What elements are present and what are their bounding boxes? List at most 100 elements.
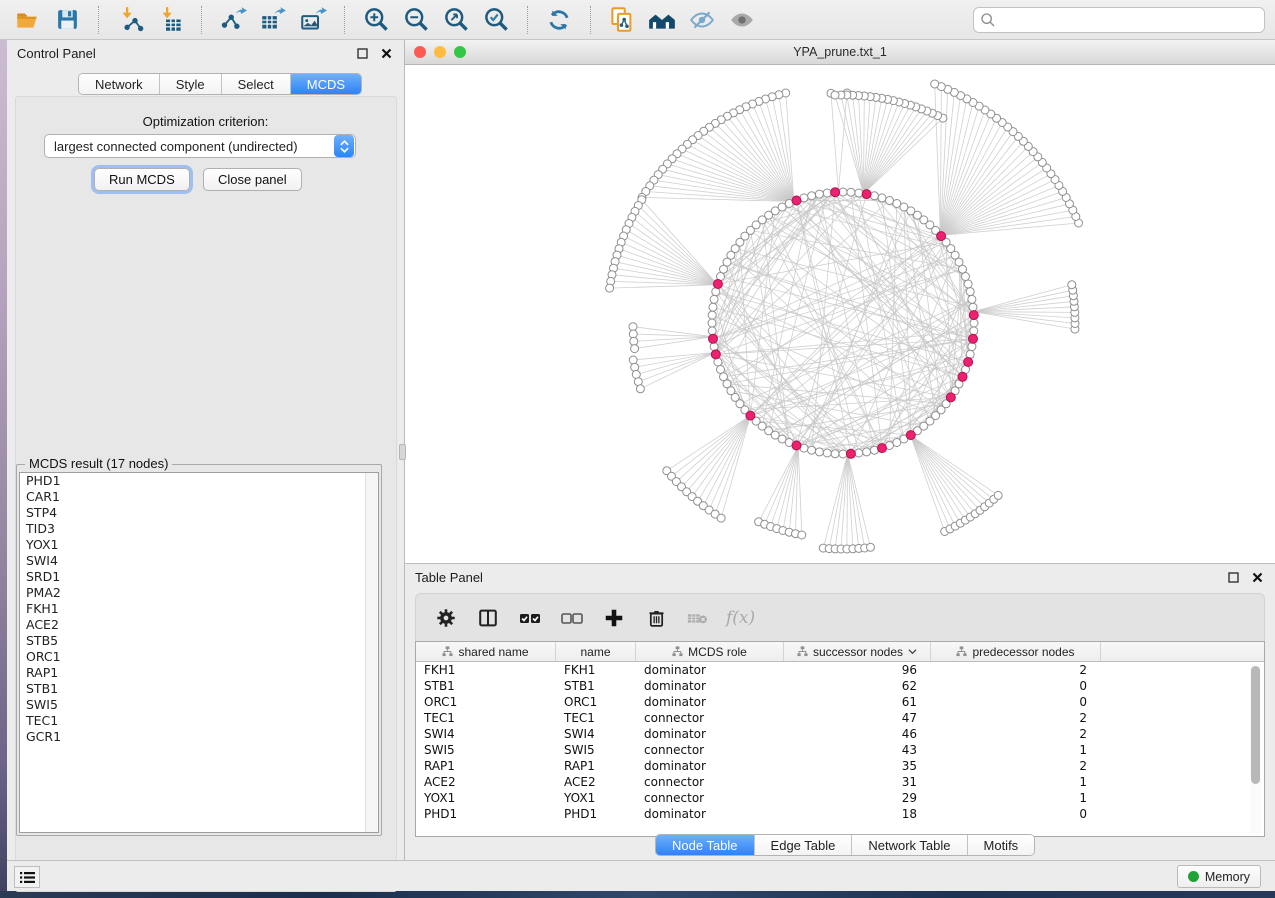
- mcds-result-item[interactable]: SWI4: [20, 553, 378, 569]
- mcds-hub-node[interactable]: [946, 393, 955, 402]
- table-cell[interactable]: connector: [636, 742, 784, 758]
- table-cell[interactable]: 18: [784, 806, 931, 822]
- mcds-result-item[interactable]: TID3: [20, 521, 378, 537]
- table-cell[interactable]: STB1: [556, 678, 636, 694]
- network-node[interactable]: [839, 188, 847, 196]
- mcds-result-item[interactable]: TEC1: [20, 713, 378, 729]
- tab-select[interactable]: Select: [221, 74, 290, 94]
- hide-selected-button[interactable]: [685, 5, 719, 35]
- table-cell[interactable]: 2: [931, 662, 1101, 678]
- network-node[interactable]: [717, 514, 725, 522]
- close-panel-button-mcds[interactable]: Close panel: [203, 168, 302, 191]
- export-network-button[interactable]: [216, 5, 250, 35]
- network-node[interactable]: [629, 330, 637, 338]
- table-cell[interactable]: SWI4: [416, 726, 556, 742]
- mcds-result-item[interactable]: FKH1: [20, 601, 378, 617]
- network-node[interactable]: [629, 356, 637, 364]
- table-cell[interactable]: dominator: [636, 694, 784, 710]
- tab-edge-table[interactable]: Edge Table: [754, 835, 852, 855]
- table-cell[interactable]: 2: [931, 726, 1101, 742]
- tab-mcds[interactable]: MCDS: [290, 74, 361, 94]
- network-node[interactable]: [710, 295, 718, 303]
- copy-network-button[interactable]: [605, 5, 639, 35]
- network-window-titlebar[interactable]: YPA_prune.txt_1: [405, 40, 1275, 65]
- table-cell[interactable]: ORC1: [416, 694, 556, 710]
- mcds-hub-node[interactable]: [964, 358, 973, 367]
- network-graph-canvas[interactable]: [405, 65, 1275, 563]
- table-cell[interactable]: TEC1: [556, 710, 636, 726]
- close-panel-button[interactable]: [378, 45, 394, 61]
- tab-style[interactable]: Style: [159, 74, 221, 94]
- network-node[interactable]: [720, 265, 728, 273]
- table-cell[interactable]: 29: [784, 790, 931, 806]
- mcds-result-list[interactable]: PHD1CAR1STP4TID3YOX1SWI4SRD1PMA2FKH1ACE2…: [19, 472, 379, 833]
- table-row[interactable]: TEC1TEC1connector472: [416, 710, 1264, 726]
- network-node[interactable]: [1068, 281, 1076, 289]
- table-cell[interactable]: dominator: [636, 758, 784, 774]
- network-node[interactable]: [966, 288, 974, 296]
- network-node[interactable]: [970, 327, 978, 335]
- network-node[interactable]: [709, 303, 717, 311]
- tab-network[interactable]: Network: [79, 74, 159, 94]
- function-builder-button[interactable]: f(x): [726, 604, 755, 632]
- mcds-result-item[interactable]: SRD1: [20, 569, 378, 585]
- delete-column-button[interactable]: [642, 604, 670, 632]
- network-node[interactable]: [855, 189, 863, 197]
- table-cell[interactable]: 31: [784, 774, 931, 790]
- import-network-button[interactable]: [113, 5, 147, 35]
- table-cell[interactable]: 46: [784, 726, 931, 742]
- mcds-result-item[interactable]: PHD1: [20, 473, 378, 489]
- tab-node-table[interactable]: Node Table: [656, 835, 754, 855]
- zoom-selected-button[interactable]: [479, 5, 513, 35]
- table-cell[interactable]: 47: [784, 710, 931, 726]
- network-node[interactable]: [708, 311, 716, 319]
- network-node[interactable]: [847, 188, 855, 196]
- mcds-hub-node[interactable]: [878, 444, 887, 453]
- table-row[interactable]: SWI4SWI4dominator462: [416, 726, 1264, 742]
- network-node[interactable]: [968, 295, 976, 303]
- table-cell[interactable]: SWI4: [556, 726, 636, 742]
- table-row[interactable]: PHD1PHD1dominator180: [416, 806, 1264, 822]
- table-cell[interactable]: connector: [636, 774, 784, 790]
- table-row[interactable]: FKH1FKH1dominator962: [416, 662, 1264, 678]
- network-node[interactable]: [823, 189, 831, 197]
- mcds-result-item[interactable]: CAR1: [20, 489, 378, 505]
- zoom-fit-button[interactable]: [439, 5, 473, 35]
- table-row[interactable]: YOX1YOX1connector291: [416, 790, 1264, 806]
- table-row[interactable]: ACE2ACE2connector311: [416, 774, 1264, 790]
- network-node[interactable]: [831, 91, 839, 99]
- mcds-hub-node[interactable]: [906, 431, 915, 440]
- network-node[interactable]: [964, 280, 972, 288]
- table-cell[interactable]: TEC1: [416, 710, 556, 726]
- run-mcds-button[interactable]: Run MCDS: [94, 168, 190, 191]
- table-cell[interactable]: 2: [931, 710, 1101, 726]
- mcds-hub-node[interactable]: [937, 232, 946, 241]
- network-node[interactable]: [968, 343, 976, 351]
- table-cell[interactable]: ORC1: [556, 694, 636, 710]
- network-node[interactable]: [708, 327, 716, 335]
- network-node[interactable]: [962, 273, 970, 281]
- table-cell[interactable]: 0: [931, 694, 1101, 710]
- mcds-result-item[interactable]: STB1: [20, 681, 378, 697]
- table-cell[interactable]: ACE2: [416, 774, 556, 790]
- network-node[interactable]: [717, 366, 725, 374]
- table-scrollbar-thumb[interactable]: [1251, 666, 1260, 784]
- show-panels-list-button[interactable]: [14, 866, 40, 888]
- mcds-result-item[interactable]: STB5: [20, 633, 378, 649]
- mcds-hub-node[interactable]: [831, 188, 840, 197]
- first-neighbors-button[interactable]: [645, 5, 679, 35]
- table-cell[interactable]: dominator: [636, 678, 784, 694]
- float-panel-button[interactable]: [354, 45, 370, 61]
- network-node[interactable]: [629, 323, 637, 331]
- network-node[interactable]: [815, 190, 823, 198]
- network-node[interactable]: [969, 303, 977, 311]
- mcds-result-item[interactable]: STP4: [20, 505, 378, 521]
- mcds-result-item[interactable]: PMA2: [20, 585, 378, 601]
- mcds-result-item[interactable]: RAP1: [20, 665, 378, 681]
- network-node[interactable]: [798, 531, 806, 539]
- table-cell[interactable]: dominator: [636, 806, 784, 822]
- show-all-button[interactable]: [725, 5, 759, 35]
- export-image-button[interactable]: [296, 5, 330, 35]
- network-node[interactable]: [863, 448, 871, 456]
- network-node[interactable]: [710, 343, 718, 351]
